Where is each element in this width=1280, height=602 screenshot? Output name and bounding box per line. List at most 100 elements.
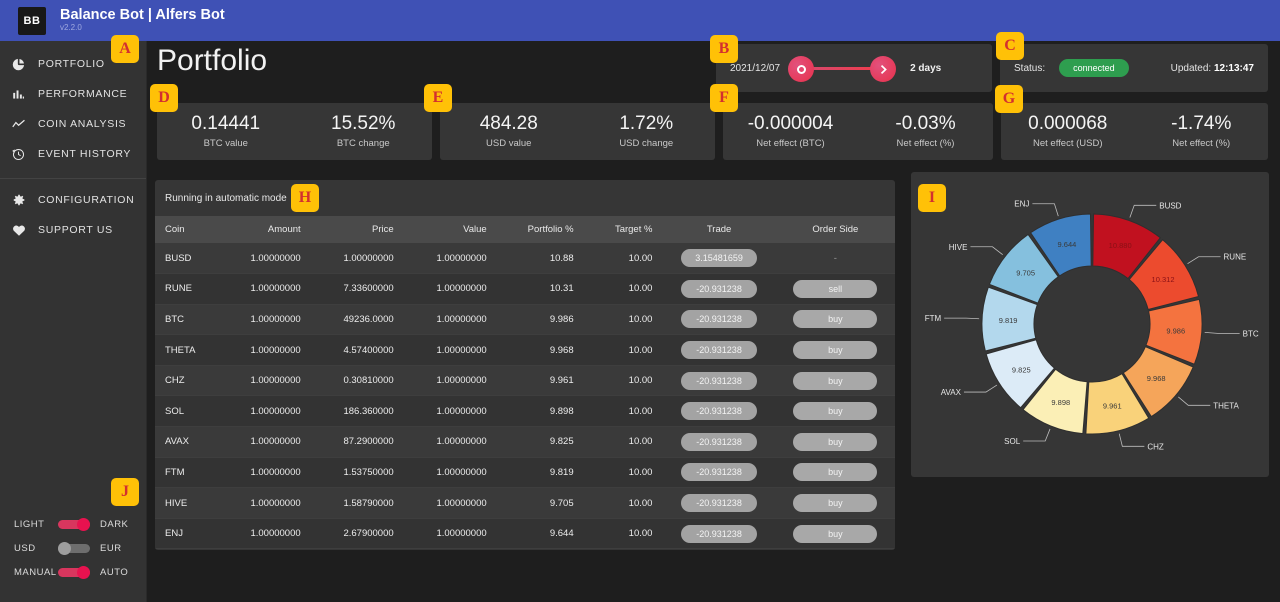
- order-side-button[interactable]: buy: [793, 310, 878, 329]
- stat-btc-change: 15.52% BTC change: [295, 113, 433, 150]
- table-row[interactable]: BTC 1.00000000 49236.0000 1.00000000 9.986 10…: [155, 304, 895, 336]
- trade-amount-button[interactable]: -20.931238: [681, 494, 758, 513]
- table-row[interactable]: ENJ 1.00000000 2.67900000 1.00000000 9.644 10…: [155, 518, 895, 550]
- app-title: Balance Bot | Alfers Bot: [60, 7, 225, 24]
- stat-label: USD value: [486, 138, 532, 150]
- order-side-cell: buy: [775, 457, 895, 489]
- annotation-marker-d: D: [150, 84, 178, 112]
- order-side-button[interactable]: sell: [793, 279, 878, 298]
- table-row[interactable]: THETA 1.00000000 4.57400000 1.00000000 9.968…: [155, 334, 895, 366]
- table-row[interactable]: SOL 1.00000000 186.360000 1.00000000 9.898 10…: [155, 395, 895, 428]
- slider-handle-start[interactable]: [788, 56, 815, 82]
- theme-toggle[interactable]: [58, 517, 90, 531]
- column-header-order-side[interactable]: Order Side: [775, 216, 895, 243]
- order-side-button[interactable]: buy: [793, 432, 878, 451]
- currency-toggle-label-usd: USD: [14, 542, 36, 554]
- column-header-value[interactable]: Value: [403, 216, 497, 243]
- order-side-button[interactable]: buy: [793, 402, 878, 421]
- table-row[interactable]: HIVE 1.00000000 1.58790000 1.00000000 9.705 1…: [155, 487, 895, 519]
- trade-amount-button[interactable]: -20.931238: [681, 463, 758, 482]
- allocation-donut-chart: 10.880 BUSD 10.312 RUNE 9.986 BTC 9.968 THETA 9.…: [925, 200, 1259, 452]
- price-cell: 7.33600000: [310, 273, 404, 305]
- trade-cell: -20.931238: [662, 304, 776, 336]
- donut-slice-value: 9.986: [1166, 326, 1185, 335]
- trade-amount-button[interactable]: -20.931238: [681, 524, 758, 543]
- column-header-amount[interactable]: Amount: [217, 216, 311, 243]
- donut-slice-value: 9.961: [1103, 402, 1122, 411]
- trade-amount-button[interactable]: -20.931238: [681, 402, 758, 421]
- last-updated: Updated: 12:13:47: [1171, 63, 1254, 74]
- portfolio-pct-cell: 10.31: [496, 273, 584, 305]
- table-row[interactable]: CHZ 1.00000000 0.30810000 1.00000000 9.961 10…: [155, 365, 895, 397]
- stat-card-usd: 484.28 USD value 1.72% USD change: [440, 103, 715, 160]
- sidebar-item-label: PORTFOLIO: [38, 58, 105, 70]
- annotation-marker-j: J: [111, 478, 139, 506]
- target-pct-cell: 10.00: [583, 334, 663, 366]
- currency-toggle[interactable]: [58, 541, 90, 555]
- bar-chart-icon: [12, 88, 38, 101]
- value-cell: 1.00000000: [403, 273, 497, 305]
- date-range-duration: 2 days: [910, 62, 942, 74]
- stat-label: BTC change: [336, 138, 390, 150]
- slider-handle-end[interactable]: [870, 56, 897, 82]
- donut-slice-value: 9.968: [1147, 374, 1166, 383]
- sidebar-item-coin-analysis[interactable]: COIN ANALYSIS: [0, 109, 146, 139]
- table-row[interactable]: BUSD 1.00000000 1.00000000 1.00000000 10.88 1…: [155, 243, 895, 275]
- portfolio-pct-cell: 9.644: [496, 518, 584, 550]
- stat-value: -0.000004: [747, 112, 834, 134]
- coin-cell: ENJ: [155, 518, 218, 550]
- column-header-target[interactable]: Target %: [583, 216, 663, 243]
- stat-value: 1.72%: [619, 112, 674, 134]
- trade-amount-button[interactable]: -20.931238: [681, 279, 758, 298]
- sidebar-item-event-history[interactable]: EVENT HISTORY: [0, 139, 146, 169]
- trade-amount-button[interactable]: 3.15481659: [681, 249, 758, 268]
- donut-leader-line: [1204, 332, 1240, 334]
- column-header-coin[interactable]: Coin: [155, 216, 218, 243]
- order-side-cell: buy: [775, 518, 895, 550]
- chevron-right-icon: [880, 64, 887, 74]
- portfolio-table: Coin Amount Price Value Portfolio % Targ…: [155, 216, 895, 550]
- target-pct-cell: 10.00: [583, 243, 663, 275]
- donut-leader-line: [1023, 428, 1051, 442]
- coin-cell: THETA: [155, 334, 218, 366]
- amount-cell: 1.00000000: [217, 457, 311, 489]
- coin-cell: SOL: [155, 395, 218, 428]
- theme-toggle-label-dark: DARK: [100, 518, 129, 530]
- column-header-trade[interactable]: Trade: [662, 216, 776, 243]
- order-side-button[interactable]: buy: [793, 524, 878, 543]
- column-header-portfolio[interactable]: Portfolio %: [496, 216, 584, 243]
- annotation-marker-f: F: [710, 84, 738, 112]
- brand: Balance Bot | Alfers Bot v2.2.0: [60, 7, 225, 33]
- trade-amount-button[interactable]: -20.931238: [681, 432, 758, 451]
- stat-net-effect-btc-pct: -0.03% Net effect (%): [858, 113, 993, 150]
- coin-cell: FTM: [155, 457, 218, 489]
- sidebar-item-configuration[interactable]: CONFIGURATION: [0, 185, 146, 215]
- currency-toggle-row: USD EUR: [0, 536, 147, 560]
- date-range-slider[interactable]: [788, 53, 897, 83]
- target-pct-cell: 10.00: [583, 457, 663, 489]
- sidebar-toggles: LIGHT DARK USD EUR MANUAL AUTO: [0, 512, 147, 584]
- mode-toggle[interactable]: [58, 565, 90, 579]
- target-pct-cell: 10.00: [583, 395, 663, 428]
- order-side-button[interactable]: buy: [793, 494, 878, 513]
- price-cell: 0.30810000: [310, 365, 404, 397]
- theme-toggle-label-light: LIGHT: [14, 518, 45, 530]
- allocation-donut-chart-panel: 10.880 BUSD 10.312 RUNE 9.986 BTC 9.968 THETA 9.…: [911, 172, 1269, 477]
- trade-amount-button[interactable]: -20.931238: [681, 371, 758, 390]
- sidebar-item-performance[interactable]: PERFORMANCE: [0, 79, 146, 109]
- order-side-button[interactable]: buy: [793, 341, 878, 360]
- trade-amount-button[interactable]: -20.931238: [681, 341, 758, 360]
- donut-category-label: BUSD: [1159, 201, 1181, 210]
- order-side-button[interactable]: buy: [793, 371, 878, 390]
- column-header-price[interactable]: Price: [310, 216, 404, 243]
- coin-cell: RUNE: [155, 273, 218, 305]
- value-cell: 1.00000000: [403, 395, 497, 428]
- sidebar-item-support-us[interactable]: SUPPORT US: [0, 215, 146, 245]
- amount-cell: 1.00000000: [217, 334, 311, 366]
- trade-amount-button[interactable]: -20.931238: [681, 310, 758, 329]
- table-row[interactable]: FTM 1.00000000 1.53750000 1.00000000 9.819 10…: [155, 457, 895, 489]
- order-side-button[interactable]: buy: [793, 463, 878, 482]
- table-row[interactable]: RUNE 1.00000000 7.33600000 1.00000000 10.31 1…: [155, 273, 895, 305]
- price-cell: 186.360000: [310, 395, 404, 428]
- table-row[interactable]: AVAX 1.00000000 87.2900000 1.00000000 9.825 1…: [155, 426, 895, 458]
